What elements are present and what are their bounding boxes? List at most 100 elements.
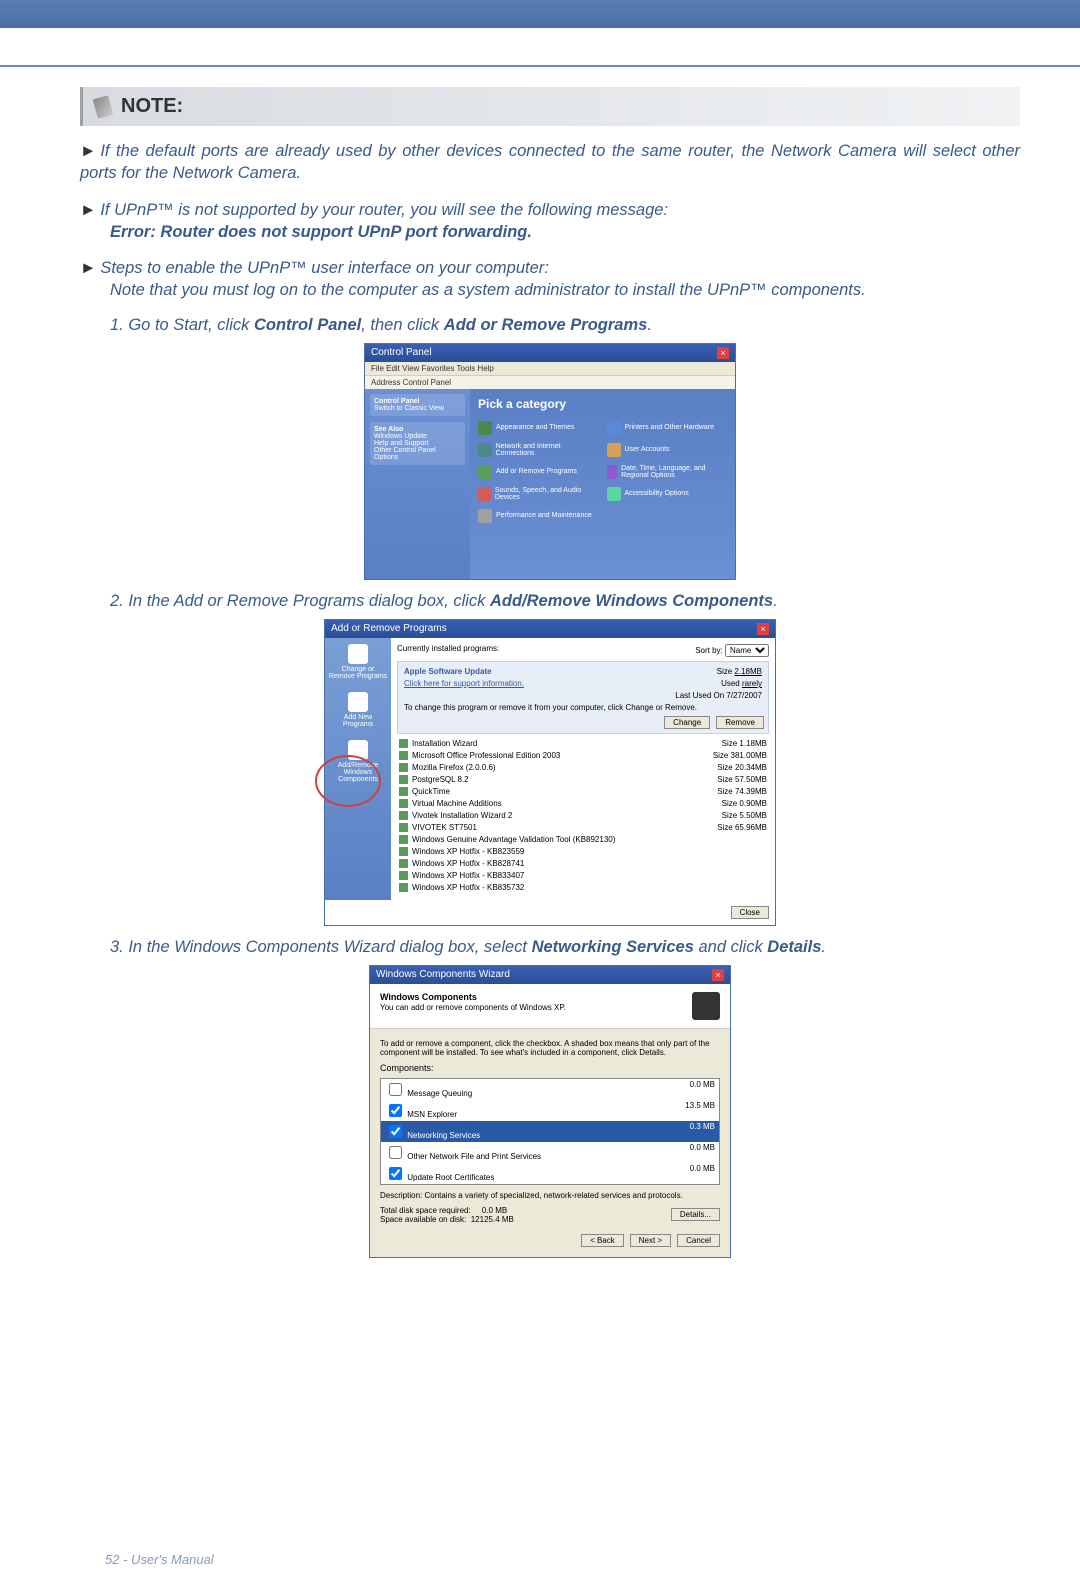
- component-size: 13.5 MB: [685, 1101, 715, 1120]
- selected-program[interactable]: Apple Software UpdateSize 2.18MB Click h…: [397, 661, 769, 734]
- component-row[interactable]: MSN Explorer13.5 MB: [381, 1100, 719, 1121]
- component-row[interactable]: Update Root Certificates 0.0 MB: [381, 1163, 719, 1184]
- program-row[interactable]: Windows Genuine Advantage Validation Too…: [397, 834, 769, 846]
- program-icon: [399, 799, 408, 808]
- components-list[interactable]: Message Queuing0.0 MB MSN Explorer13.5 M…: [380, 1078, 720, 1185]
- used-val: rarely: [742, 679, 762, 688]
- sidebar-add-new[interactable]: Add New Programs: [328, 692, 388, 728]
- component-checkbox[interactable]: [389, 1146, 402, 1159]
- component-row[interactable]: Message Queuing0.0 MB: [381, 1079, 719, 1100]
- printer-icon: [607, 421, 621, 435]
- program-size: Size 5.50MB: [722, 811, 767, 820]
- change-remove-icon: [348, 644, 368, 664]
- program-size: Size 65.96MB: [717, 823, 767, 832]
- brand: VIVOTEK: [0, 28, 1080, 65]
- next-button[interactable]: Next >: [630, 1234, 671, 1247]
- component-size: 0.0 MB: [690, 1164, 715, 1183]
- program-name: Windows XP Hotfix - KB835732: [412, 883, 524, 892]
- wiz-sub: You can add or remove components of Wind…: [380, 1003, 566, 1012]
- details-button[interactable]: Details...: [671, 1208, 720, 1221]
- program-icon: [399, 847, 408, 856]
- change-button[interactable]: Change: [664, 716, 710, 729]
- program-row[interactable]: Installation WizardSize 1.18MB: [397, 738, 769, 750]
- program-row[interactable]: VIVOTEK ST7501Size 65.96MB: [397, 822, 769, 834]
- component-row[interactable]: Other Network File and Print Services 0.0…: [381, 1142, 719, 1163]
- close-button[interactable]: Close: [731, 906, 769, 919]
- program-size: Size 1.18MB: [722, 739, 767, 748]
- back-button[interactable]: < Back: [581, 1234, 624, 1247]
- component-checkbox[interactable]: [389, 1125, 402, 1138]
- cat-label: Performance and Maintenance: [496, 512, 592, 519]
- cat-label: Network and Internet Connections: [496, 443, 599, 457]
- cp-sidebar-box[interactable]: Control PanelSwitch to Classic View: [370, 394, 465, 416]
- note-text: Steps to enable the UPnP™ user interface…: [100, 259, 549, 277]
- wiz-body: To add or remove a component, click the …: [370, 1029, 730, 1257]
- components-label: Components:: [380, 1063, 720, 1073]
- cp-cat[interactable]: Sounds, Speech, and Audio Devices: [478, 487, 599, 501]
- program-icon: [399, 739, 408, 748]
- accessibility-icon: [607, 487, 621, 501]
- cp-see-also[interactable]: See AlsoWindows UpdateHelp and SupportOt…: [370, 422, 465, 465]
- cp-cat[interactable]: User Accounts: [607, 443, 728, 457]
- sb-label: Change or Remove Programs: [329, 666, 387, 680]
- sound-icon: [478, 487, 491, 501]
- menu-bar[interactable]: File Edit View Favorites Tools Help: [365, 362, 735, 375]
- program-name: Windows XP Hotfix - KB823559: [412, 847, 524, 856]
- component-row[interactable]: Networking Services0.3 MB: [381, 1121, 719, 1142]
- cp-cat[interactable]: Add or Remove Programs: [478, 465, 599, 479]
- program-row[interactable]: Vivotek Installation Wizard 2Size 5.50MB: [397, 810, 769, 822]
- program-row[interactable]: Windows XP Hotfix - KB835732: [397, 882, 769, 894]
- program-list: Installation WizardSize 1.18MBMicrosoft …: [397, 738, 769, 894]
- component-name: Other Network File and Print Services: [385, 1143, 541, 1162]
- program-row[interactable]: Windows XP Hotfix - KB833407: [397, 870, 769, 882]
- step-text: .: [773, 592, 778, 610]
- cp-cat[interactable]: Network and Internet Connections: [478, 443, 599, 457]
- close-icon[interactable]: ×: [712, 969, 724, 981]
- users-icon: [607, 443, 621, 457]
- component-size: 0.0 MB: [690, 1143, 715, 1162]
- performance-icon: [478, 509, 492, 523]
- add-remove-programs-window: Add or Remove Programs × Change or Remov…: [324, 619, 776, 926]
- change-text: To change this program or remove it from…: [404, 703, 762, 712]
- disk-req-label: Total disk space required:: [380, 1206, 471, 1215]
- component-checkbox[interactable]: [389, 1167, 402, 1180]
- program-name: PostgreSQL 8.2: [412, 775, 469, 784]
- component-size: 0.0 MB: [690, 1080, 715, 1099]
- sidebar-title: Control Panel: [374, 398, 420, 405]
- component-size: 0.3 MB: [690, 1122, 715, 1141]
- sel-size: 2.18MB: [734, 667, 762, 676]
- component-checkbox[interactable]: [389, 1083, 402, 1096]
- cp-cat[interactable]: Printers and Other Hardware: [607, 421, 728, 435]
- wiz-heading: Windows Components: [380, 992, 477, 1002]
- program-row[interactable]: PostgreSQL 8.2Size 57.50MB: [397, 774, 769, 786]
- cp-cat[interactable]: Appearance and Themes: [478, 421, 599, 435]
- step-text: 2. In the Add or Remove Programs dialog …: [110, 592, 490, 610]
- cp-cat[interactable]: Accessibility Options: [607, 487, 728, 501]
- network-icon: [478, 443, 492, 457]
- window-title: Windows Components Wizard: [376, 969, 510, 981]
- program-row[interactable]: Windows XP Hotfix - KB828741: [397, 858, 769, 870]
- step-text: 1. Go to Start, click: [110, 316, 254, 334]
- current-label: Currently installed programs:: [397, 644, 499, 657]
- sidebar-change-remove[interactable]: Change or Remove Programs: [328, 644, 388, 680]
- program-icon: [399, 811, 408, 820]
- program-row[interactable]: Mozilla Firefox (2.0.0.6)Size 20.34MB: [397, 762, 769, 774]
- cp-heading: Pick a category: [478, 397, 727, 411]
- sort-select[interactable]: Name: [725, 644, 769, 657]
- component-name: Update Root Certificates: [385, 1164, 494, 1183]
- support-link[interactable]: Click here for support information.: [404, 679, 524, 688]
- cp-cat[interactable]: Performance and Maintenance: [478, 509, 599, 523]
- program-row[interactable]: Virtual Machine AdditionsSize 0.90MB: [397, 798, 769, 810]
- program-row[interactable]: Windows XP Hotfix - KB823559: [397, 846, 769, 858]
- address-text: Control Panel: [403, 378, 451, 387]
- close-icon[interactable]: ×: [757, 623, 769, 635]
- program-row[interactable]: QuickTimeSize 74.39MB: [397, 786, 769, 798]
- cancel-button[interactable]: Cancel: [677, 1234, 720, 1247]
- close-icon[interactable]: ×: [717, 347, 729, 359]
- theme-icon: [478, 421, 492, 435]
- address-bar[interactable]: Address Control Panel: [365, 375, 735, 389]
- remove-button[interactable]: Remove: [716, 716, 764, 729]
- cp-cat[interactable]: Date, Time, Language, and Regional Optio…: [607, 465, 728, 479]
- component-checkbox[interactable]: [389, 1104, 402, 1117]
- program-row[interactable]: Microsoft Office Professional Edition 20…: [397, 750, 769, 762]
